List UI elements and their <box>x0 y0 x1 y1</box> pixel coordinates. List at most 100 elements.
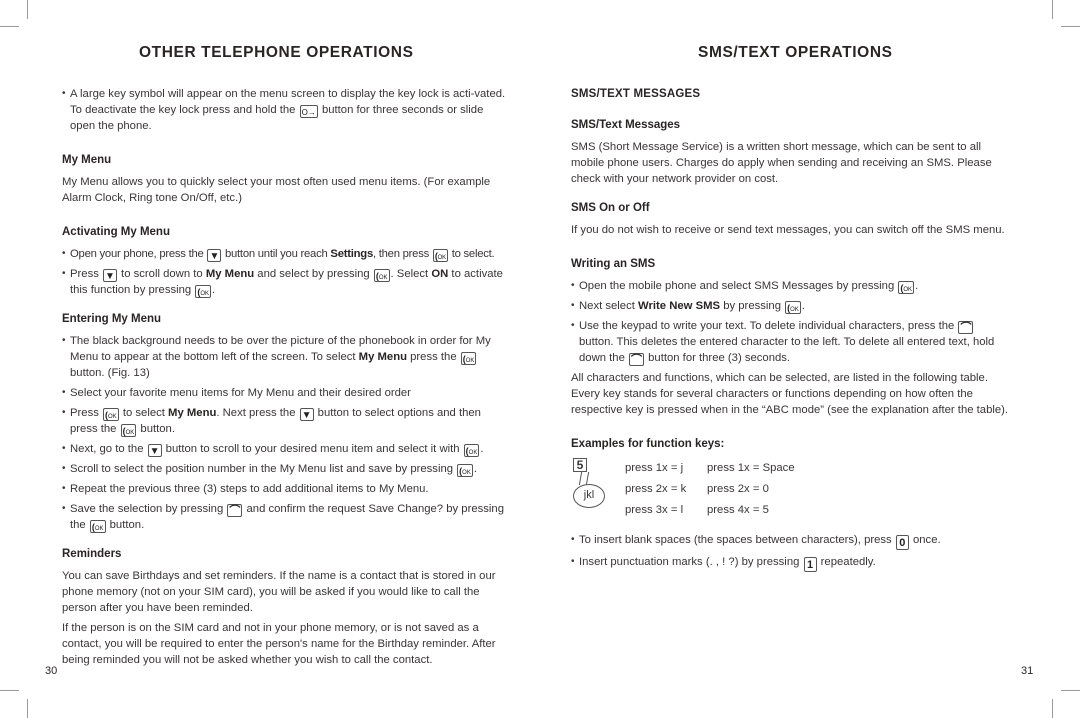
list-item: Select your favorite menu items for My M… <box>62 385 506 401</box>
text: . Select <box>390 268 432 280</box>
key-lock-icon: O→ <box>299 105 318 118</box>
list-item: A large key symbol will appear on the me… <box>62 86 506 134</box>
example-column-functions: press 1x = Space press 2x = 0 press 4x =… <box>707 458 795 521</box>
section-heading: Reminders <box>62 548 122 560</box>
list-item: Repeat the previous three (3) steps to a… <box>62 481 506 497</box>
ok-key-icon <box>120 424 137 437</box>
text: Open the mobile phone and select SMS Mes… <box>579 280 898 292</box>
section-heading: Activating My Menu <box>62 226 170 238</box>
list-item: Press to scroll down to My Menu and sele… <box>62 266 506 298</box>
example-column-letters: press 1x = j press 2x = k press 3x = l <box>625 458 686 521</box>
list-item: Open the mobile phone and select SMS Mes… <box>571 278 1011 294</box>
section-heading: My Menu <box>62 154 112 166</box>
text: . <box>480 443 484 455</box>
section-heading: SMS/TEXT MESSAGES <box>571 88 701 100</box>
key-0-icon: 0 <box>895 535 909 550</box>
down-arrow-key-icon <box>299 408 314 421</box>
text: button for three (3) seconds. <box>645 352 791 364</box>
text: To insert blank spaces (the spaces betwe… <box>579 534 895 546</box>
list-item: Save the selection by pressing and confi… <box>62 501 506 533</box>
down-arrow-key-icon <box>103 269 117 282</box>
page-title: SMS/TEXT OPERATIONS <box>698 44 893 61</box>
crop-mark <box>1061 690 1080 691</box>
right-page-body: SMS/TEXT MESSAGES SMS/Text Messages SMS … <box>571 86 1011 576</box>
down-arrow-key-icon <box>147 444 162 457</box>
text: to select <box>119 407 169 419</box>
ok-key-icon <box>195 285 212 298</box>
example-row: press 1x = Space <box>707 462 795 474</box>
crop-mark <box>27 699 28 718</box>
end-call-key-icon <box>629 353 644 366</box>
example-row: press 3x = l <box>625 504 684 516</box>
list-item: To insert blank spaces (the spaces betwe… <box>571 532 1011 550</box>
section-heading: Entering My Menu <box>62 313 162 325</box>
text: to select. <box>448 248 495 260</box>
down-arrow-key-icon <box>207 249 222 262</box>
text: to scroll down to <box>117 268 206 280</box>
page-number: 30 <box>45 665 58 677</box>
paragraph: If the person is on the SIM card and not… <box>62 622 496 666</box>
function-key-example: 5 jkl press 1x = j press 2x = k press 3x… <box>571 458 1011 522</box>
ok-key-icon <box>89 520 106 533</box>
example-row: press 2x = k <box>625 483 687 495</box>
ok-key-icon <box>463 444 480 457</box>
text: and select by pressing <box>254 268 373 280</box>
text: Next, go to the <box>70 443 147 455</box>
text: . Next press the <box>216 407 299 419</box>
list-item: Use the keypad to write your text. To de… <box>571 318 1011 366</box>
bold-text: Write New SMS <box>638 300 721 312</box>
list-item: Open your phone, press the button until … <box>62 246 506 262</box>
bold-text: ON <box>431 268 449 280</box>
intro-list: A large key symbol will appear on the me… <box>62 86 506 134</box>
crop-mark <box>1052 699 1053 718</box>
key-5-icon: 5 <box>573 458 587 472</box>
subsection-heading: Examples for function keys: <box>571 438 725 450</box>
paragraph: You can save Birthdays and set reminders… <box>62 570 496 614</box>
text: by pressing <box>720 300 785 312</box>
list-item: Press to select My Menu. Next press the … <box>62 405 506 437</box>
left-page-body: A large key symbol will appear on the me… <box>62 86 506 672</box>
ok-key-icon <box>460 352 477 365</box>
text: , then press <box>372 248 432 260</box>
text: Insert punctuation marks (. , ! ?) by pr… <box>579 556 803 568</box>
text: . <box>915 280 919 292</box>
writing-list: Open the mobile phone and select SMS Mes… <box>571 278 1011 366</box>
ok-key-icon <box>457 464 473 477</box>
ok-key-icon <box>432 249 448 262</box>
entering-list: The black background needs to be over th… <box>62 333 506 533</box>
bold-text: My Menu <box>205 268 255 280</box>
example-row: press 1x = j <box>625 462 684 474</box>
subsection-heading: SMS On or Off <box>571 202 650 214</box>
text: Next select <box>579 300 639 312</box>
page-number: 31 <box>1021 665 1034 677</box>
ok-key-icon <box>898 281 915 294</box>
list-item: Next select Write New SMS by pressing . <box>571 298 1011 314</box>
key-1-icon: 1 <box>803 557 817 572</box>
paragraph: My Menu allows you to quickly select you… <box>62 176 491 204</box>
end-call-key-icon <box>227 504 243 517</box>
text: button. (Fig. 13) <box>70 367 150 379</box>
paragraph: All characters and functions, which can … <box>571 372 1009 416</box>
bold-text: My Menu <box>168 407 217 419</box>
crop-mark <box>1052 0 1053 19</box>
crop-mark <box>0 690 19 691</box>
text: once. <box>909 534 941 546</box>
list-item: Scroll to select the position number in … <box>62 461 506 477</box>
subsection-heading: Writing an SMS <box>571 258 656 270</box>
callout-bubble: jkl <box>573 484 605 508</box>
crop-mark <box>27 0 28 19</box>
paragraph: SMS (Short Message Service) is a written… <box>571 141 992 185</box>
text: press the <box>407 351 460 363</box>
ok-key-icon <box>103 408 119 421</box>
text: . <box>801 300 805 312</box>
example-row: press 4x = 5 <box>707 504 769 516</box>
text: Scroll to select the position number in … <box>70 463 457 475</box>
activating-list: Open your phone, press the button until … <box>62 246 506 298</box>
bold-text: Settings <box>330 248 373 260</box>
ok-key-icon <box>785 301 801 314</box>
subsection-heading: SMS/Text Messages <box>571 119 681 131</box>
text: button to scroll to your desired menu it… <box>162 443 463 455</box>
text: Use the keypad to write your text. To de… <box>579 320 958 332</box>
text: button until you reach <box>222 248 331 260</box>
list-item: The black background needs to be over th… <box>62 333 506 381</box>
